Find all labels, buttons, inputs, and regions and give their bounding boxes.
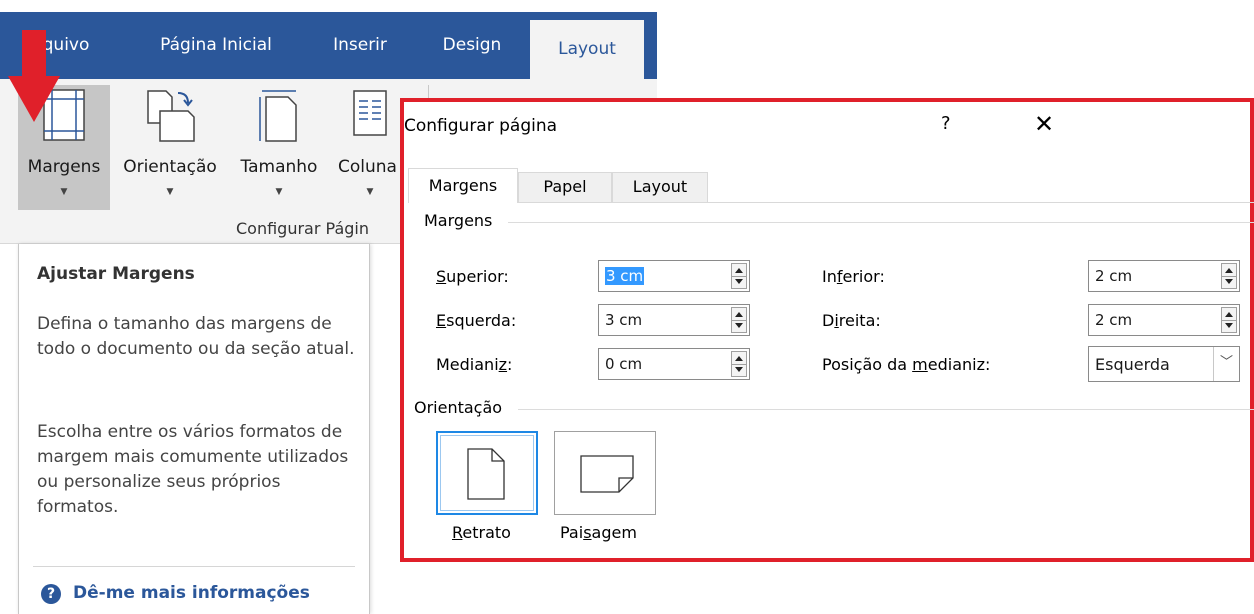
spinner-arrows-icon[interactable] xyxy=(1221,263,1237,289)
bottom-margin-label: Inferior: xyxy=(822,267,885,286)
tab-pagina-inicial[interactable]: Página Inicial xyxy=(138,12,294,79)
gutter-input[interactable]: 0 cm xyxy=(598,348,750,380)
right-margin-value: 2 cm xyxy=(1095,311,1133,329)
group-label: Configurar Págin xyxy=(236,219,369,238)
tab-layout-dialog[interactable]: Layout xyxy=(612,172,708,202)
page-setup-dialog: Configurar página ? ✕ Margens Papel Layo… xyxy=(400,98,1254,562)
orientation-button[interactable]: Orientação ▼ xyxy=(114,85,226,210)
portrait-button[interactable] xyxy=(436,431,538,515)
orientation-icon xyxy=(142,87,198,149)
tab-label: Layout xyxy=(558,39,616,59)
right-margin-input[interactable]: 2 cm xyxy=(1088,304,1240,336)
help-button[interactable]: ? xyxy=(941,113,951,134)
bottom-margin-input[interactable]: 2 cm xyxy=(1088,260,1240,292)
section-divider xyxy=(518,409,1254,410)
tab-margens[interactable]: Margens xyxy=(408,168,518,203)
chevron-down-icon: ▼ xyxy=(60,187,68,197)
left-margin-label: Esquerda: xyxy=(436,311,517,330)
chevron-down-icon: ▼ xyxy=(366,187,374,197)
top-margin-label: Superior: xyxy=(436,267,509,286)
close-icon[interactable]: ✕ xyxy=(1034,110,1054,138)
columns-icon xyxy=(350,87,390,147)
top-margin-input[interactable]: 3 cm xyxy=(598,260,750,292)
tooltip-description: Defina o tamanho das margens de todo o d… xyxy=(37,314,355,359)
landscape-label: Paisagem xyxy=(560,523,637,542)
section-orientation-label: Orientação xyxy=(414,398,511,417)
dialog-title: Configurar página xyxy=(404,116,558,136)
ribbon-tab-bar: quivo Página Inicial Inserir Design Layo… xyxy=(0,12,657,79)
chevron-down-icon: ﹀ xyxy=(1213,347,1239,381)
tooltip-title: Ajustar Margens xyxy=(37,264,195,284)
spinner-arrows-icon[interactable] xyxy=(731,351,747,377)
margins-label: Margens xyxy=(27,157,101,177)
top-margin-value: 3 cm xyxy=(605,267,645,285)
paper-size-icon xyxy=(254,87,304,149)
tab-label: Margens xyxy=(428,176,498,195)
tab-papel[interactable]: Papel xyxy=(518,172,612,202)
tab-inserir[interactable]: Inserir xyxy=(310,12,410,79)
columns-label: Coluna xyxy=(338,157,397,177)
gutter-position-select[interactable]: Esquerda ﹀ xyxy=(1088,346,1240,382)
spinner-arrows-icon[interactable] xyxy=(731,263,747,289)
chevron-down-icon: ▼ xyxy=(166,187,174,197)
columns-button[interactable]: Coluna ▼ xyxy=(332,85,408,210)
section-margins-label: Margens xyxy=(424,211,501,230)
tooltip-divider xyxy=(33,566,355,567)
help-icon: ? xyxy=(41,584,61,604)
gutter-position-label: Posição da medianiz: xyxy=(822,355,991,374)
landscape-button[interactable] xyxy=(554,431,656,515)
bottom-margin-value: 2 cm xyxy=(1095,267,1133,285)
portrait-page-icon xyxy=(466,447,506,505)
gutter-position-value: Esquerda xyxy=(1095,355,1170,374)
landscape-page-icon xyxy=(579,454,635,498)
chevron-down-icon: ▼ xyxy=(275,187,283,197)
left-margin-input[interactable]: 3 cm xyxy=(598,304,750,336)
left-margin-value: 3 cm xyxy=(605,311,643,329)
tooltip-description-2: Escolha entre os vários formatos de marg… xyxy=(37,422,349,517)
size-button[interactable]: Tamanho ▼ xyxy=(228,85,330,210)
gutter-value: 0 cm xyxy=(605,355,643,373)
portrait-label: Retrato xyxy=(452,523,511,542)
spinner-arrows-icon[interactable] xyxy=(731,307,747,333)
spinner-arrows-icon[interactable] xyxy=(1221,307,1237,333)
right-margin-label: Direita: xyxy=(822,311,881,330)
section-divider xyxy=(508,222,1254,223)
size-label: Tamanho xyxy=(240,157,318,177)
gutter-label: Medianiz: xyxy=(436,355,513,374)
tab-label: Layout xyxy=(632,177,688,196)
margins-tooltip: Ajustar Margens Defina o tamanho das mar… xyxy=(18,244,370,614)
red-arrow-icon xyxy=(8,30,60,126)
orientation-label: Orientação xyxy=(123,157,217,177)
tab-label: Página Inicial xyxy=(160,35,272,55)
tab-design[interactable]: Design xyxy=(420,12,524,79)
tab-layout[interactable]: Layout xyxy=(530,20,644,79)
tab-label: Inserir xyxy=(333,35,387,55)
tab-label: Papel xyxy=(543,177,587,196)
margins-tab-panel: Margens Superior: 3 cm Inferior: 2 cm Es… xyxy=(408,202,1254,554)
more-info-link[interactable]: Dê-me mais informações xyxy=(73,583,310,603)
tab-label: Design xyxy=(442,35,502,55)
